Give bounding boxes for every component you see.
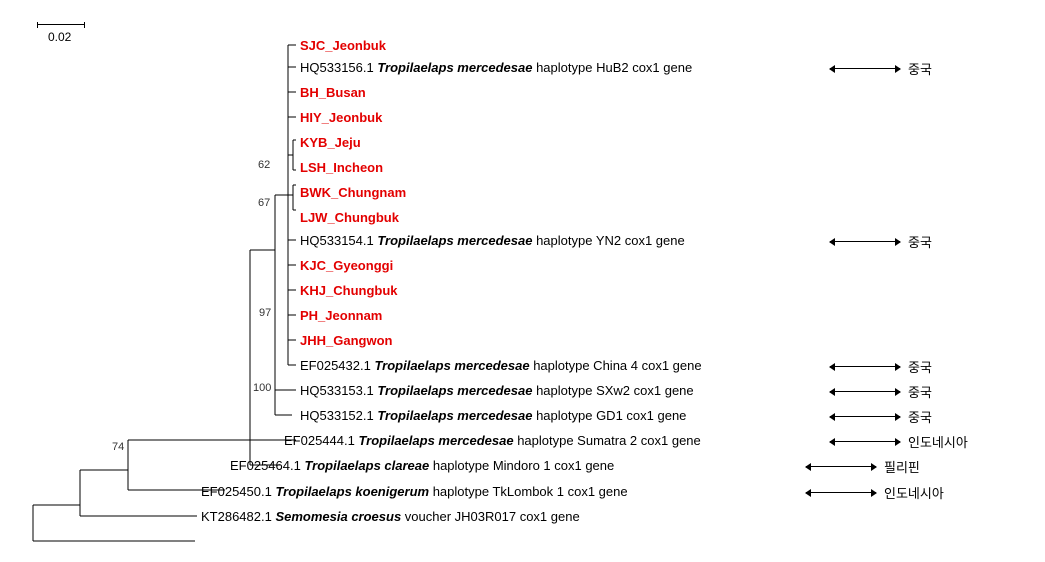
accession: HQ533153.1 [300, 383, 377, 398]
arrow-line [830, 68, 900, 69]
origin-annotation: 중국 [830, 407, 932, 426]
arrow-line [806, 466, 876, 467]
taxon-label: BWK_Chungnam [300, 185, 406, 200]
origin-label: 중국 [908, 232, 932, 251]
species-name: Tropilaelaps mercedesae [377, 233, 532, 248]
taxon-label: LSH_Incheon [300, 160, 383, 175]
accession: EF025450.1 [201, 484, 275, 499]
species-name: Tropilaelaps mercedesae [374, 358, 529, 373]
species-name: Tropilaelaps mercedesae [377, 60, 532, 75]
species-name: Tropilaelaps koenigerum [275, 484, 429, 499]
haplotype-info: haplotype SXw2 cox1 gene [532, 383, 693, 398]
taxon-label: EF025464.1 Tropilaelaps clareae haplotyp… [230, 458, 614, 473]
haplotype-info: haplotype Sumatra 2 cox1 gene [514, 433, 701, 448]
bootstrap-value: 74 [112, 441, 124, 453]
origin-label: 필리핀 [884, 457, 920, 476]
arrow-line [830, 366, 900, 367]
haplotype-info: haplotype YN2 cox1 gene [532, 233, 684, 248]
arrow-line [830, 416, 900, 417]
arrow-line [830, 241, 900, 242]
taxon-label: EF025450.1 Tropilaelaps koenigerum haplo… [201, 484, 628, 499]
haplotype-info: haplotype GD1 cox1 gene [532, 408, 686, 423]
origin-label: 중국 [908, 382, 932, 401]
taxon-label: JHH_Gangwon [300, 333, 392, 348]
taxon-label: HIY_Jeonbuk [300, 110, 382, 125]
origin-label: 중국 [908, 407, 932, 426]
bootstrap-value: 67 [258, 197, 270, 209]
taxon-label: HQ533153.1 Tropilaelaps mercedesae haplo… [300, 383, 694, 398]
taxon-label: HQ533154.1 Tropilaelaps mercedesae haplo… [300, 233, 685, 248]
taxon-label: LJW_Chungbuk [300, 210, 399, 225]
origin-label: 인도네시아 [884, 483, 944, 502]
taxon-label: KJC_Gyeonggi [300, 258, 393, 273]
species-name: Tropilaelaps mercedesae [377, 383, 532, 398]
origin-annotation: 중국 [830, 59, 932, 78]
origin-annotation: 필리핀 [806, 457, 920, 476]
bootstrap-value: 62 [258, 159, 270, 171]
taxon-label: PH_Jeonnam [300, 308, 382, 323]
taxon-label: HQ533152.1 Tropilaelaps mercedesae haplo… [300, 408, 686, 423]
taxon-label: KHJ_Chungbuk [300, 283, 398, 298]
arrow-line [830, 391, 900, 392]
taxon-label: KT286482.1 Semomesia croesus voucher JH0… [201, 509, 580, 524]
accession: HQ533152.1 [300, 408, 377, 423]
haplotype-info: haplotype China 4 cox1 gene [530, 358, 702, 373]
origin-annotation: 인도네시아 [806, 483, 944, 502]
accession: KT286482.1 [201, 509, 275, 524]
bootstrap-value: 97 [259, 307, 271, 319]
taxon-label: HQ533156.1 Tropilaelaps mercedesae haplo… [300, 60, 692, 75]
arrow-line [830, 441, 900, 442]
arrow-line [806, 492, 876, 493]
taxon-label: BH_Busan [300, 85, 366, 100]
accession: HQ533154.1 [300, 233, 377, 248]
accession: EF025444.1 [284, 433, 358, 448]
origin-label: 중국 [908, 59, 932, 78]
haplotype-info: haplotype HuB2 cox1 gene [532, 60, 692, 75]
tree-branches [0, 0, 300, 562]
species-name: Tropilaelaps mercedesae [358, 433, 513, 448]
origin-label: 중국 [908, 357, 932, 376]
origin-annotation: 중국 [830, 232, 932, 251]
haplotype-info: haplotype TkLombok 1 cox1 gene [429, 484, 628, 499]
bootstrap-value: 100 [253, 382, 271, 394]
taxon-label: SJC_Jeonbuk [300, 38, 386, 53]
haplotype-info: haplotype Mindoro 1 cox1 gene [429, 458, 614, 473]
haplotype-info: voucher JH03R017 cox1 gene [401, 509, 580, 524]
species-name: Semomesia croesus [275, 509, 401, 524]
origin-label: 인도네시아 [908, 432, 968, 451]
species-name: Tropilaelaps mercedesae [377, 408, 532, 423]
species-name: Tropilaelaps clareae [304, 458, 429, 473]
origin-annotation: 인도네시아 [830, 432, 968, 451]
accession: HQ533156.1 [300, 60, 377, 75]
taxon-label: KYB_Jeju [300, 135, 361, 150]
accession: EF025464.1 [230, 458, 304, 473]
taxon-label: EF025444.1 Tropilaelaps mercedesae haplo… [284, 433, 701, 448]
taxon-label: EF025432.1 Tropilaelaps mercedesae haplo… [300, 358, 702, 373]
origin-annotation: 중국 [830, 357, 932, 376]
accession: EF025432.1 [300, 358, 374, 373]
origin-annotation: 중국 [830, 382, 932, 401]
